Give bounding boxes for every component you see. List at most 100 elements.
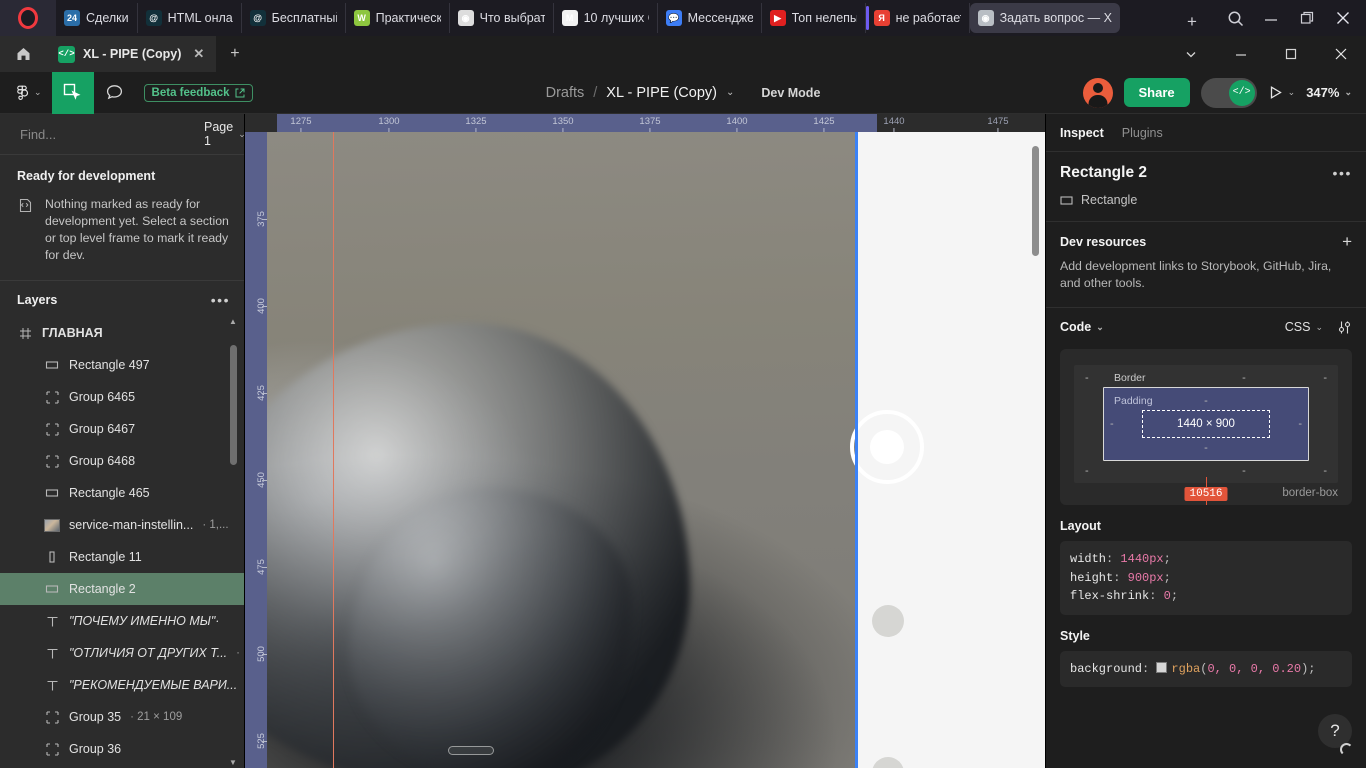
search-input[interactable]	[20, 126, 196, 142]
browser-tab-title: Практически	[375, 11, 441, 25]
carousel-dot-active[interactable]	[850, 410, 924, 484]
browser-tab[interactable]: W Практически	[346, 3, 450, 33]
layer-row-selected[interactable]: Rectangle 2	[0, 573, 244, 605]
layer-row[interactable]: Group 35 · 21 × 109	[0, 701, 244, 733]
scroll-down-arrow-icon[interactable]: ▼	[229, 758, 237, 768]
tab-inspect[interactable]: Inspect	[1060, 126, 1104, 140]
add-dev-resource-button[interactable]: +	[1342, 233, 1352, 250]
browser-new-tab-button[interactable]: +	[1178, 8, 1206, 36]
browser-tab-title: 10 лучших G	[583, 11, 649, 25]
layers-more-button[interactable]: •••	[211, 292, 230, 308]
layer-row[interactable]: Rectangle 11	[0, 541, 244, 573]
present-button[interactable]: ⌄	[1268, 85, 1296, 100]
browser-tab[interactable]: ▶ Топ нелепых	[762, 3, 866, 33]
code-dropdown[interactable]: Code ⌄	[1060, 320, 1104, 334]
browser-tab[interactable]: М 10 лучших G	[554, 3, 658, 33]
figma-file-tab[interactable]: </> XL - PIPE (Copy) ✕	[46, 36, 217, 72]
browser-tab[interactable]: ◉ Задать вопрос — Хаб	[969, 3, 1120, 33]
group-icon	[44, 454, 60, 468]
figma-maximize-button[interactable]	[1266, 36, 1316, 72]
border-bottom-left-value: -	[1085, 465, 1089, 477]
layers-scrollbar[interactable]: ▲ ▼	[228, 317, 238, 768]
comment-tool-button[interactable]	[94, 72, 136, 114]
color-swatch[interactable]	[1156, 661, 1168, 673]
border-bottom-right-value: -	[1323, 465, 1327, 477]
browser-tab-title: Бесплатный	[271, 11, 337, 25]
layer-row[interactable]: "РЕКОМЕНДУЕМЫЕ ВАРИ...·	[0, 669, 244, 701]
border-bottom-value: -	[1242, 465, 1246, 477]
figma-new-tab-button[interactable]: +	[216, 45, 253, 63]
selection-more-button[interactable]: •••	[1332, 165, 1352, 181]
group-icon	[44, 710, 60, 724]
figma-home-button[interactable]	[0, 36, 46, 72]
code-settings-button[interactable]	[1337, 320, 1352, 335]
browser-tab[interactable]: @ Бесплатный	[242, 3, 346, 33]
breadcrumb-file[interactable]: XL - PIPE (Copy)	[606, 85, 717, 101]
layers-list[interactable]: ГЛАВНАЯ Rectangle 497 Group 6465 Group 6467…	[0, 317, 244, 768]
dev-mode-toggle[interactable]: </>	[1200, 77, 1257, 108]
browser-tab-favicon: ◉	[457, 10, 474, 26]
canvas-viewport[interactable]: 1275 1300 1325 1350 1375 1400 1425 1440 1475 375…	[245, 114, 1045, 768]
horizontal-ruler[interactable]: 1275 1300 1325 1350 1375 1400 1425 1440 1475	[267, 114, 1045, 132]
rectangle-icon	[1060, 195, 1073, 205]
layer-row[interactable]: "ОТЛИЧИЯ ОТ ДРУГИХ Т... ·	[0, 637, 244, 669]
beta-feedback-button[interactable]: Beta feedback	[143, 83, 253, 102]
code-line: height: 900px;	[1070, 570, 1171, 585]
carousel-dot[interactable]	[872, 757, 904, 768]
layer-row[interactable]: Group 6467	[0, 413, 244, 445]
browser-minimize-button[interactable]	[1254, 3, 1288, 33]
box-model-border: Border - - - Padding - 1440 × 900 - - - …	[1074, 365, 1338, 483]
layer-row[interactable]: "ПОЧЕМУ ИМЕННО МЫ"·	[0, 605, 244, 637]
canvas-vertical-scrollbar[interactable]	[1032, 146, 1039, 256]
style-code-block[interactable]: background: rgba(0, 0, 0, 0.20);	[1060, 650, 1352, 687]
chevron-down-icon: ⌄	[34, 87, 42, 97]
layer-name: ГЛАВНАЯ	[42, 326, 103, 340]
layers-scroll-thumb[interactable]	[229, 345, 237, 465]
browser-tab-title: Мессенджер	[687, 11, 753, 25]
carousel-dot[interactable]	[872, 605, 904, 637]
canvas-horizontal-scrollbar[interactable]	[448, 746, 494, 755]
browser-search-icon[interactable]	[1218, 3, 1252, 33]
browser-tab[interactable]: @ HTML онлай	[138, 3, 242, 33]
breadcrumb-chevron-down-icon[interactable]: ⌄	[726, 87, 734, 98]
browser-tab-favicon: W	[353, 10, 370, 26]
browser-tab[interactable]: Яне работает	[865, 3, 970, 33]
browser-restore-button[interactable]	[1290, 3, 1324, 33]
figma-minimize-button[interactable]	[1216, 36, 1266, 72]
present-chevron-down-icon[interactable]: ⌄	[1288, 87, 1296, 98]
beta-feedback-label: Beta feedback	[151, 86, 230, 99]
user-avatar[interactable]	[1082, 77, 1113, 108]
scroll-up-arrow-icon[interactable]: ▲	[229, 317, 237, 327]
layer-row[interactable]: Group 6465	[0, 381, 244, 413]
browser-close-button[interactable]	[1326, 3, 1360, 33]
browser-tab[interactable]: 💬 Мессенджер	[658, 3, 762, 33]
layout-code-block[interactable]: width: 1440px; height: 900px; flex-shrink:…	[1060, 541, 1352, 615]
layer-row[interactable]: service-man-instellin... · 1,...	[0, 509, 244, 541]
layer-row[interactable]: ГЛАВНАЯ	[0, 317, 244, 349]
cursor-tool-button[interactable]	[51, 71, 94, 114]
layers-scroll-track[interactable]	[229, 327, 237, 758]
browser-tab[interactable]: ◉ Что выбрать	[450, 3, 554, 33]
vertical-ruler[interactable]: 375 400 425 450 475 500 525	[245, 132, 267, 768]
page-selector[interactable]: Page 1 ⌄	[204, 120, 246, 148]
figma-logo-button[interactable]: ⌄	[0, 72, 52, 114]
opera-menu-button[interactable]	[0, 0, 56, 36]
vertical-guide[interactable]	[333, 114, 334, 768]
layer-row[interactable]: Rectangle 497	[0, 349, 244, 381]
tab-plugins[interactable]: Plugins	[1122, 126, 1163, 140]
dev-mode-icon: </>	[58, 45, 75, 63]
breadcrumb-project[interactable]: Drafts	[546, 85, 585, 101]
figma-dropdown-icon[interactable]	[1166, 36, 1216, 72]
zoom-control[interactable]: 347% ⌄	[1306, 85, 1352, 100]
figma-close-button[interactable]	[1316, 36, 1366, 72]
text-icon	[44, 615, 60, 628]
close-icon[interactable]: ✕	[193, 46, 204, 62]
layer-row[interactable]: Rectangle 465	[0, 477, 244, 509]
layer-row[interactable]: Group 36	[0, 733, 244, 765]
language-selector[interactable]: CSS ⌄	[1285, 320, 1323, 334]
share-button[interactable]: Share	[1123, 78, 1190, 107]
layer-row[interactable]: Group 6468	[0, 445, 244, 477]
zoom-chevron-down-icon[interactable]: ⌄	[1344, 87, 1352, 98]
browser-tab[interactable]: 24 Сделки	[56, 3, 138, 33]
artboard[interactable]	[267, 132, 855, 768]
